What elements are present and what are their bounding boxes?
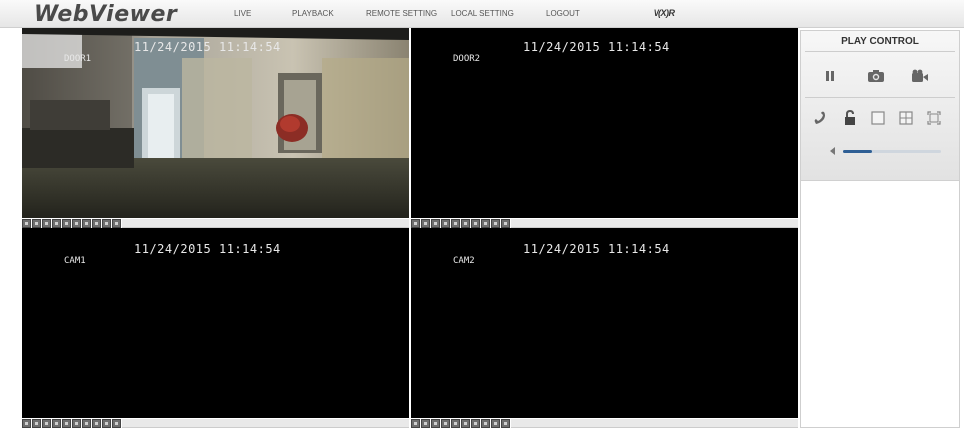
cell-ctrl-icon[interactable] [72,219,81,228]
cell-ctrl-icon[interactable] [491,419,500,428]
nav-playback[interactable]: PLAYBACK [292,9,334,18]
osd-timestamp: 11/24/2015 11:14:54 [134,40,281,54]
video-cell-cam1[interactable]: 11/24/2015 11:14:54 CAM1 [22,228,409,418]
cell-ctrl-icon[interactable] [481,419,490,428]
cell-ctrl-icon[interactable] [92,219,101,228]
cell-ctrl-icon[interactable] [52,419,61,428]
cell-ctrl-icon[interactable] [32,419,41,428]
cell-ctrl-icon[interactable] [62,419,71,428]
app-logo: WebViewer [34,2,178,27]
cell-toolbar-fill [511,219,798,228]
play-control-header: PLAY CONTROL [801,31,959,181]
osd-camera-name: CAM1 [64,256,86,266]
panel-title: PLAY CONTROL [841,36,919,47]
nav-local-setting[interactable]: LOCAL SETTING [451,9,514,18]
cell-ctrl-icon[interactable] [441,419,450,428]
divider [805,51,955,52]
nav-remote-setting[interactable]: REMOTE SETTING [366,9,437,18]
cell-ctrl-icon[interactable] [461,219,470,228]
nav-live[interactable]: LIVE [234,9,251,18]
cell-toolbar-cam1 [22,419,409,428]
cell-ctrl-icon[interactable] [501,219,510,228]
osd-camera-name: CAM2 [453,256,475,266]
osd-camera-name: DOOR2 [453,54,481,64]
cell-ctrl-icon[interactable] [32,219,41,228]
cell-ctrl-icon[interactable] [72,419,81,428]
lock-icon[interactable] [839,109,861,127]
cell-ctrl-icon[interactable] [451,419,460,428]
top-nav-bar: WebViewer LIVE PLAYBACK REMOTE SETTING L… [0,0,964,28]
video-cell-door1[interactable]: 11/24/2015 11:14:54 DOOR1 [22,28,409,218]
play-control-panel: PLAY CONTROL [800,30,960,428]
cell-ctrl-icon[interactable] [42,419,51,428]
cell-ctrl-icon[interactable] [431,219,440,228]
cell-ctrl-icon[interactable] [501,419,510,428]
cell-ctrl-icon[interactable] [52,219,61,228]
cell-ctrl-icon[interactable] [451,219,460,228]
volume-slider[interactable] [843,150,941,153]
cell-toolbar-cam2 [411,419,798,428]
cell-ctrl-icon[interactable] [461,419,470,428]
cell-ctrl-icon[interactable] [112,419,121,428]
pause-icon[interactable] [819,67,841,85]
osd-timestamp: 11/24/2015 11:14:54 [523,242,670,256]
vendor-logo: \/(X)R [654,8,675,18]
cell-ctrl-icon[interactable] [92,419,101,428]
talk-icon[interactable] [809,109,831,127]
cell-ctrl-icon[interactable] [431,419,440,428]
cell-ctrl-icon[interactable] [102,219,111,228]
divider [805,97,955,98]
quad-view-icon[interactable] [895,109,917,127]
video-cell-cam2[interactable]: 11/24/2015 11:14:54 CAM2 [411,228,798,418]
cell-ctrl-icon[interactable] [471,219,480,228]
cell-ctrl-icon[interactable] [112,219,121,228]
cell-ctrl-icon[interactable] [82,419,91,428]
cell-ctrl-icon[interactable] [102,419,111,428]
osd-timestamp: 11/24/2015 11:14:54 [523,40,670,54]
fullscreen-icon[interactable] [923,109,945,127]
record-icon[interactable] [909,67,931,85]
cell-toolbar-fill [122,219,409,228]
cell-ctrl-icon[interactable] [471,419,480,428]
cell-ctrl-icon[interactable] [421,419,430,428]
cell-ctrl-icon[interactable] [22,219,31,228]
volume-slider-fill [843,150,873,153]
cell-ctrl-icon[interactable] [421,219,430,228]
cell-ctrl-icon[interactable] [22,419,31,428]
volume-icon[interactable] [829,146,837,156]
cell-ctrl-icon[interactable] [82,219,91,228]
osd-camera-name: DOOR1 [64,54,92,64]
cell-ctrl-icon[interactable] [411,419,420,428]
video-cell-door2[interactable]: 11/24/2015 11:14:54 DOOR2 [411,28,798,218]
cell-ctrl-icon[interactable] [411,219,420,228]
app-window: WebViewer LIVE PLAYBACK REMOTE SETTING L… [0,0,964,428]
osd-timestamp: 11/24/2015 11:14:54 [134,242,281,256]
cell-ctrl-icon[interactable] [42,219,51,228]
cell-ctrl-icon[interactable] [441,219,450,228]
video-grid: 11/24/2015 11:14:54 DOOR1 11/24/2015 11:… [22,28,798,428]
snapshot-icon[interactable] [865,67,887,85]
cell-toolbar-fill [122,419,409,428]
cell-toolbar-fill [511,419,798,428]
single-view-icon[interactable] [867,109,889,127]
cell-ctrl-icon[interactable] [62,219,71,228]
cell-ctrl-icon[interactable] [491,219,500,228]
nav-logout[interactable]: LOGOUT [546,9,580,18]
cell-ctrl-icon[interactable] [481,219,490,228]
